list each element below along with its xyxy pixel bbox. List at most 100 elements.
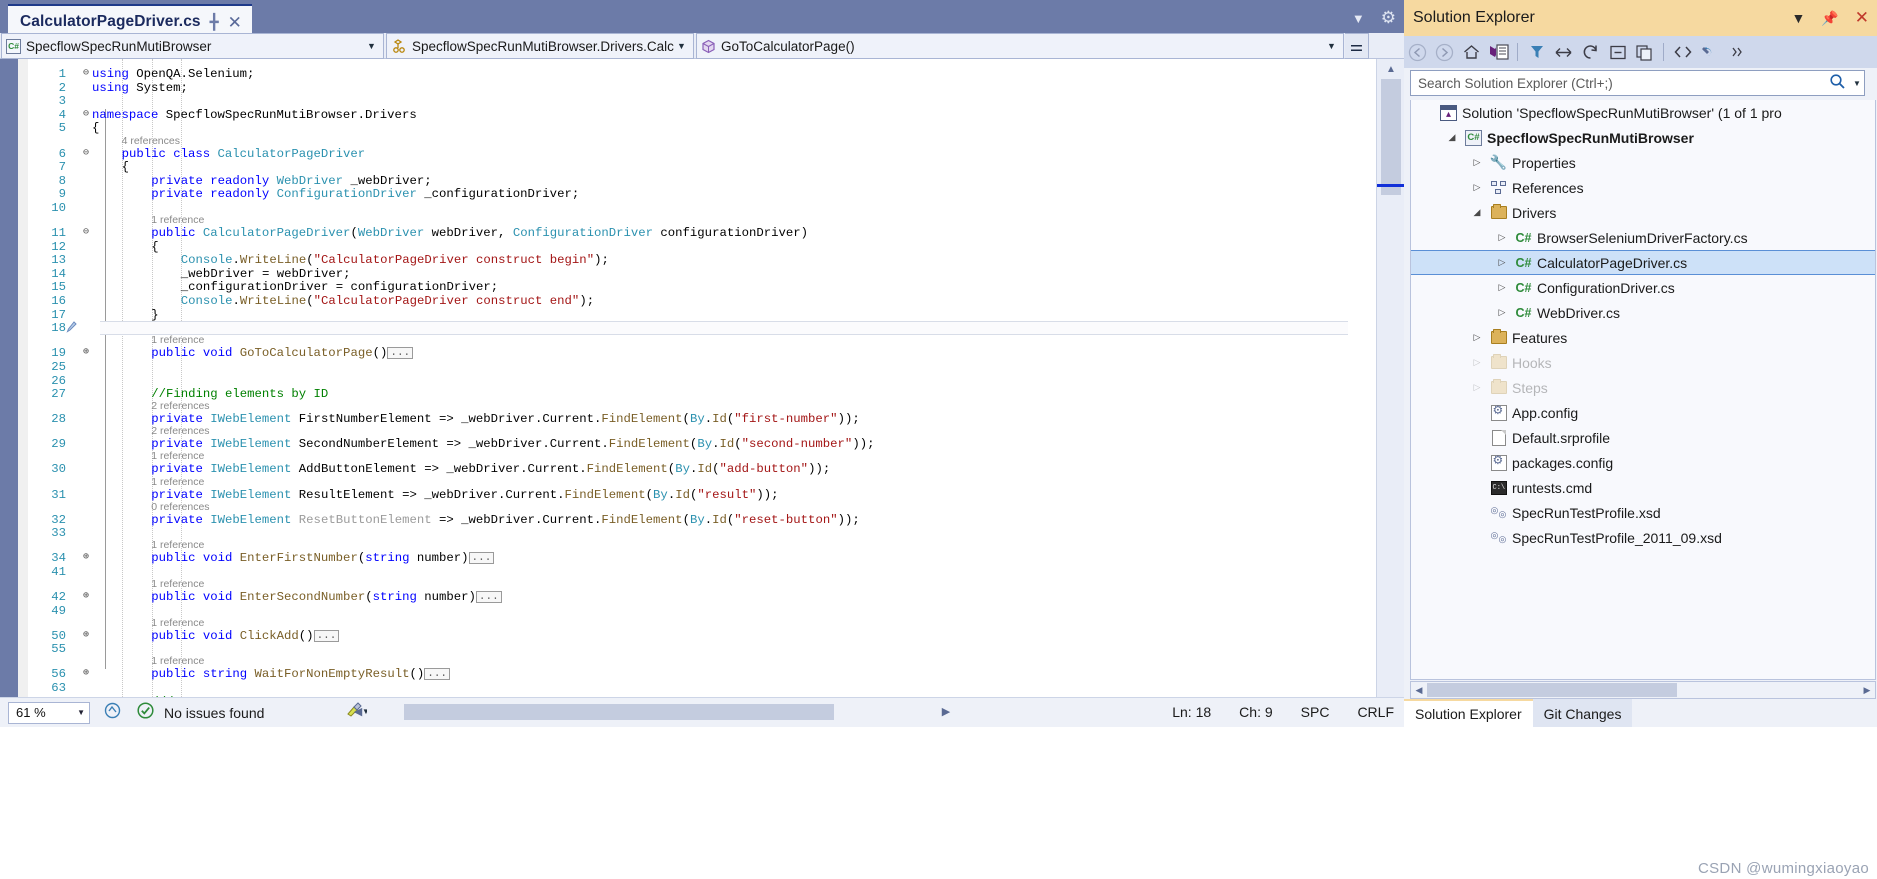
pin-icon[interactable]: ╋	[210, 15, 219, 30]
collapsed-block-ellipsis[interactable]: ...	[424, 668, 451, 681]
code-line[interactable]: 55	[0, 642, 1376, 656]
code-line[interactable]: 50 ⊕ public void ClickAdd()...	[0, 629, 1376, 643]
scroll-left-icon[interactable]: ◀	[347, 701, 369, 723]
tree-item[interactable]: ▷ C# BrowserSeleniumDriverFactory.cs	[1411, 225, 1875, 250]
code-line[interactable]: 63	[0, 681, 1376, 695]
chevron-collapsed-icon[interactable]: ▷	[1492, 307, 1512, 318]
chevron-collapsed-icon[interactable]: ▷	[1492, 257, 1512, 268]
chevron-down-icon[interactable]: ▼	[1352, 11, 1365, 26]
code-lens-references[interactable]: 0 references	[151, 501, 209, 513]
code-line[interactable]: 16 Console.WriteLine("CalculatorPageDrive…	[0, 294, 1376, 308]
code-line[interactable]: 10	[0, 201, 1376, 215]
code-line[interactable]: 13 Console.WriteLine("CalculatorPageDrive…	[0, 253, 1376, 267]
show-all-files-icon[interactable]	[1631, 39, 1658, 65]
code-lens-references[interactable]: 1 reference	[151, 655, 204, 667]
chevron-down-icon[interactable]: ▼	[1850, 79, 1864, 88]
code-line[interactable]: 6 ⊖ public class CalculatorPageDriver	[0, 147, 1376, 161]
code-line[interactable]: 7{	[0, 160, 1376, 174]
chevron-down-icon[interactable]: ▼	[364, 41, 379, 51]
panel-tab-solution-explorer[interactable]: Solution Explorer	[1404, 699, 1533, 727]
code-lens-references[interactable]: 2 references	[151, 425, 209, 437]
zoom-level-selector[interactable]: 61 % ▼	[8, 701, 90, 724]
solution-tree[interactable]: ▴ Solution 'SpecflowSpecRunMutiBrowser' (…	[1410, 100, 1876, 680]
back-icon[interactable]	[1404, 39, 1431, 65]
chevron-collapsed-icon[interactable]: ▷	[1492, 232, 1512, 243]
tree-item[interactable]: ▴ Solution 'SpecflowSpecRunMutiBrowser' (…	[1411, 100, 1875, 125]
hscroll-track[interactable]	[1427, 683, 1859, 697]
solution-tree-horizontal-scrollbar[interactable]: ◀ ▶	[1410, 681, 1876, 699]
code-lens-references[interactable]: 1 reference	[151, 539, 204, 551]
close-icon[interactable]: ✕	[228, 14, 242, 31]
scroll-up-icon[interactable]: ▲	[1382, 61, 1400, 78]
code-line[interactable]: 30 private IWebElement AddButtonElement =…	[0, 462, 1376, 476]
tree-item[interactable]: packages.config	[1411, 450, 1875, 475]
collapsed-block-ellipsis[interactable]: ...	[468, 552, 495, 565]
code-line[interactable]: 11 ⊖ public CalculatorPageDriver(WebDriver…	[0, 226, 1376, 240]
code-line[interactable]: 26	[0, 374, 1376, 388]
sync-with-active-document-icon[interactable]	[1550, 39, 1577, 65]
tree-item-selected[interactable]: ▷ C# CalculatorPageDriver.cs	[1411, 250, 1875, 275]
collapse-all-icon[interactable]	[1604, 39, 1631, 65]
collapse-region-icon[interactable]: ⊖	[80, 67, 92, 80]
line-ending-indicator[interactable]: CRLF	[1357, 704, 1394, 720]
code-line[interactable]: 19 ⊕ public void GoToCalculatorPage()...	[0, 346, 1376, 360]
collapse-region-icon[interactable]: ⊖	[80, 226, 92, 239]
code-line[interactable]: 31 private IWebElement ResultElement => _…	[0, 488, 1376, 502]
split-window-icon[interactable]: ⚌	[1345, 33, 1369, 59]
collapsed-block-ellipsis[interactable]: ...	[313, 629, 340, 642]
overflow-icon[interactable]	[1723, 39, 1750, 65]
chevron-expanded-icon[interactable]: ◢	[1467, 207, 1487, 218]
code-lens-references[interactable]: 1 reference	[151, 617, 204, 629]
code-lens-references[interactable]: 4 references	[122, 135, 180, 147]
collapsed-block-ellipsis[interactable]: ...	[387, 347, 414, 360]
code-line[interactable]: 34 ⊕ public void EnterFirstNumber(string n…	[0, 551, 1376, 565]
code-lens-references[interactable]: 1 reference	[151, 578, 204, 590]
code-line[interactable]: 42 ⊕ public void EnterSecondNumber(string …	[0, 590, 1376, 604]
code-line[interactable]: 3	[0, 94, 1376, 108]
warning-icon[interactable]	[104, 702, 121, 723]
navbar-project-dropdown[interactable]: C# SpecflowSpecRunMutiBrowser ▼	[1, 33, 384, 59]
home-icon[interactable]	[1458, 39, 1485, 65]
code-line[interactable]: 32 private IWebElement ResetButtonElement…	[0, 513, 1376, 527]
code-line[interactable]: 27 //Finding elements by ID	[0, 387, 1376, 401]
tree-item[interactable]: ▷ 🔧 Properties	[1411, 150, 1875, 175]
code-line[interactable]: 28 private IWebElement FirstNumberElement…	[0, 412, 1376, 426]
hscroll-track[interactable]	[369, 704, 935, 720]
code-line[interactable]: 12 {	[0, 240, 1376, 254]
code-line[interactable]: 18	[0, 321, 1376, 335]
code-line[interactable]: 2 using System;	[0, 81, 1376, 95]
chevron-down-icon[interactable]: ▼	[674, 41, 689, 51]
chevron-collapsed-icon[interactable]: ▷	[1492, 282, 1512, 293]
code-line[interactable]: 9 private readonly ConfigurationDriver _c…	[0, 187, 1376, 201]
tree-item[interactable]: ◢ Drivers	[1411, 200, 1875, 225]
code-line[interactable]: 1 ⊖ using OpenQA.Selenium;	[0, 67, 1376, 81]
code-lens-references[interactable]: 2 references	[151, 400, 209, 412]
navbar-member-dropdown[interactable]: GoToCalculatorPage() ▼	[696, 33, 1344, 59]
code-line[interactable]: 15 _configurationDriver = configurationDr…	[0, 280, 1376, 294]
hscroll-thumb[interactable]	[1427, 683, 1677, 697]
editor-vertical-scrollbar[interactable]: ▲	[1376, 59, 1405, 697]
chevron-down-icon[interactable]: ▼	[77, 708, 85, 717]
tree-item[interactable]: ▷ C# ConfigurationDriver.cs	[1411, 275, 1875, 300]
chevron-down-icon[interactable]: ▼	[1324, 41, 1339, 51]
tree-item[interactable]: ◎ ◎ SpecRunTestProfile_2011_09.xsd	[1411, 525, 1875, 550]
code-line[interactable]: 8 private readonly WebDriver _webDriver;	[0, 174, 1376, 188]
panel-tab-git-changes[interactable]: Git Changes	[1532, 699, 1633, 727]
chevron-collapsed-icon[interactable]: ▷	[1467, 382, 1487, 393]
expand-region-icon[interactable]: ⊕	[80, 629, 92, 642]
code-line[interactable]: 56 ⊕ public string WaitForNonEmptyResult()…	[0, 667, 1376, 681]
search-icon[interactable]	[1824, 73, 1850, 94]
collapsed-block-ellipsis[interactable]: ...	[475, 591, 502, 603]
expand-region-icon[interactable]: ⊕	[80, 590, 92, 603]
chevron-expanded-icon[interactable]: ◢	[1442, 132, 1462, 143]
tree-item[interactable]: App.config	[1411, 400, 1875, 425]
navbar-type-dropdown[interactable]: SpecflowSpecRunMutiBrowser.Drivers.Calcu…	[386, 33, 694, 59]
code-line[interactable]: 49	[0, 604, 1376, 618]
code-line[interactable]: 17}	[0, 308, 1376, 322]
properties-icon[interactable]	[1696, 39, 1723, 65]
tree-item[interactable]: ◢ C# SpecflowSpecRunMutiBrowser	[1411, 125, 1875, 150]
collapse-region-icon[interactable]: ⊖	[80, 108, 92, 121]
expand-region-icon[interactable]: ⊕	[80, 551, 92, 564]
tree-item[interactable]: C:\ runtests.cmd	[1411, 475, 1875, 500]
tree-item[interactable]: ▷ Hooks	[1411, 350, 1875, 375]
